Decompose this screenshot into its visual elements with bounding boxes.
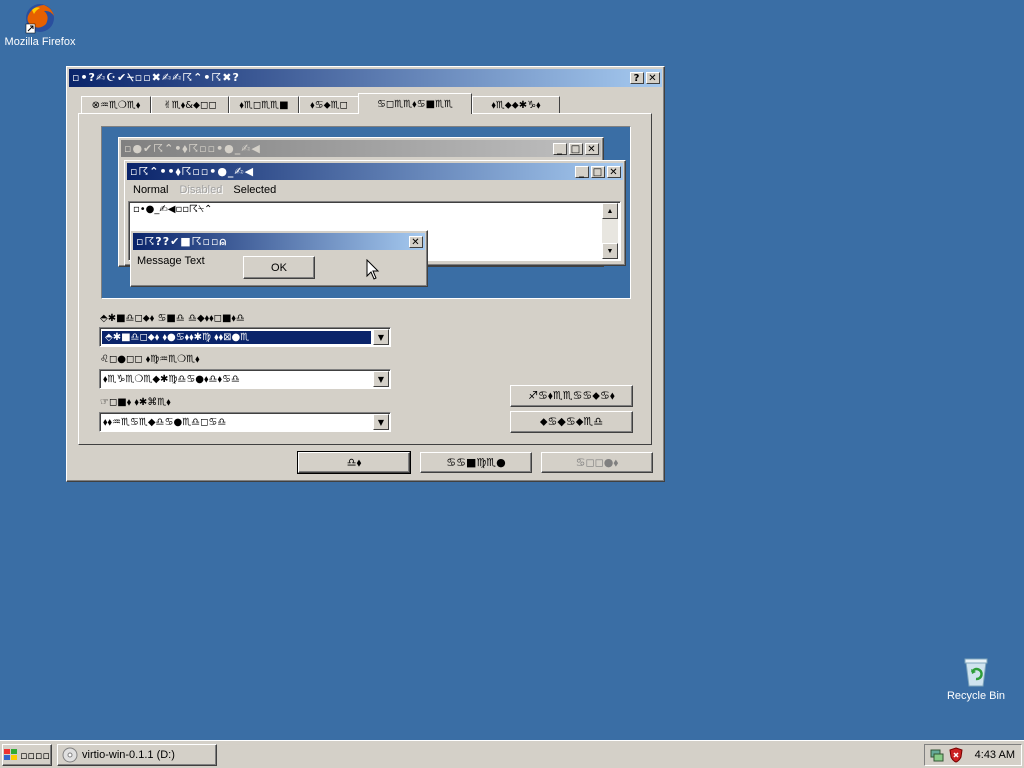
tab-settings[interactable]: ⬧♏⬥⬥✱♑⬧ [472, 96, 560, 114]
tab-screen-saver[interactable]: ⬧♏◻♏♏■ [229, 96, 299, 114]
font-size-value: ⬧⬧♒♏♋♏◆♎♋●♏♎◻♋♎ [103, 416, 227, 428]
font-size-select[interactable]: ⬧⬧♒♏♋♏◆♎♋●♏♎◻♋♎ ▼ [99, 412, 391, 432]
preview-msgbox-title-bar: ▫☈??✔■☈▫▫⍝ ✕ [133, 233, 425, 250]
color-scheme-select[interactable]: ⬧♏♑♏❍♏◆✱♍♎♋●⬧♎⬧♋♎ ▼ [99, 369, 391, 389]
preview-message-text: Message Text [137, 255, 205, 267]
recycle-bin-label: Recycle Bin [946, 690, 1006, 702]
preview-msgbox-title: ▫☈??✔■☈▫▫⍝ [136, 234, 228, 248]
network-icon[interactable] [929, 747, 945, 763]
ok-button[interactable]: ♎⬧ [297, 451, 411, 474]
recycle-bin-desktop-icon[interactable]: Recycle Bin [936, 656, 1016, 702]
menu-normal: Normal [133, 184, 169, 196]
windows-logo-icon [4, 749, 18, 761]
firefox-label: Mozilla Firefox [4, 36, 76, 48]
chevron-down-icon[interactable]: ▼ [373, 371, 389, 387]
preview-active-title: ▫☈⌃••⬧☈▫▫•●_✍◀ [130, 164, 255, 178]
preview-window-text: ▫•●_✍◀▫▫☈⍀⌃ [133, 204, 213, 215]
system-tray: 4:43 AM [924, 744, 1022, 766]
apply-button[interactable]: ♋◻◻●⬧ [541, 452, 653, 473]
tab-desktop[interactable]: ✌♏⬧&⬥◻◻ [151, 96, 229, 114]
start-button[interactable]: ▫▫▫▫ [2, 744, 52, 766]
chevron-down-icon[interactable]: ▼ [373, 329, 389, 345]
mouse-cursor-icon [366, 258, 380, 284]
recycle-bin-icon [960, 656, 992, 688]
scroll-up-icon: ▲ [602, 203, 618, 219]
preview-close-icon: ✕ [585, 142, 599, 155]
effects-button[interactable]: ♐♋⬧♏♏♋♋⬥♋⬧ [510, 385, 633, 407]
scroll-track [602, 219, 618, 243]
advanced-button[interactable]: ⬥♋◆♋⬥♏♎ [510, 411, 633, 433]
tab-themes[interactable]: ⊗♒♏❍♏⬧ [81, 96, 151, 114]
preview-inactive-title: ▫●✔☈⌃•⬧☈▫▫•●_✍◀ [124, 141, 261, 155]
task-button-virtio[interactable]: virtio-win-0.1.1 (D:) [57, 744, 217, 766]
preview-message-box: ▫☈??✔■☈▫▫⍝ ✕ Message Text OK [130, 230, 428, 287]
chevron-down-icon[interactable]: ▼ [373, 414, 389, 430]
tab-appearance-2[interactable]: ⬧♋⬥♏◻ [299, 96, 359, 114]
cd-drive-icon [62, 747, 78, 763]
start-label: ▫▫▫▫ [20, 748, 50, 762]
tab-appearance[interactable]: ♋◻♏♏⬧♋■♏♏ [358, 93, 472, 114]
preview-active-close-icon: ✕ [607, 165, 621, 178]
main-title-bar[interactable]: ▫•?✍☪✔⍀▫▫✖✍✍☈⌃•☈✖? ? ✕ [69, 69, 662, 87]
firefox-icon [24, 2, 56, 34]
help-button[interactable]: ? [630, 72, 644, 84]
cancel-button[interactable]: ♋♋■♍♏● [420, 452, 532, 473]
preview-active-title-bar: ▫☈⌃••⬧☈▫▫•●_✍◀ _ □ ✕ [127, 163, 623, 180]
scroll-down-icon: ▼ [602, 243, 618, 259]
preview-inactive-title-bar: ▫●✔☈⌃•⬧☈▫▫•●_✍◀ _ □ ✕ [121, 140, 601, 157]
menu-disabled: Disabled [179, 184, 223, 196]
preview-minimize-icon: _ [553, 142, 567, 155]
preview-msgbox-close-icon: ✕ [409, 235, 423, 248]
preview-ok-button: OK [243, 256, 315, 279]
color-scheme-value: ⬧♏♑♏❍♏◆✱♍♎♋●⬧♎⬧♋♎ [103, 373, 240, 385]
preview-menu-bar: Normal Disabled Selected [133, 184, 276, 196]
font-size-label: ☞◻■⬧ ⬧✱⌘♏⬧ [100, 397, 171, 408]
windows-buttons-select[interactable]: ⬘✱■♎◻⬥⬧ ⬧●♋⬧⬧✱♍ ⬧⬧⊠●♏ ▼ [99, 327, 391, 347]
preview-active-maximize-icon: □ [591, 165, 605, 178]
task-label: virtio-win-0.1.1 (D:) [82, 749, 175, 761]
preview-active-minimize-icon: _ [575, 165, 589, 178]
preview-maximize-icon: □ [569, 142, 583, 155]
firefox-desktop-icon[interactable]: Mozilla Firefox [0, 2, 80, 48]
menu-selected: Selected [233, 184, 277, 196]
security-shield-icon[interactable] [948, 747, 964, 763]
taskbar: ▫▫▫▫ virtio-win-0.1.1 (D:) 4:43 AM [0, 740, 1024, 768]
clock[interactable]: 4:43 AM [975, 749, 1015, 761]
windows-buttons-value: ⬘✱■♎◻⬥⬧ ⬧●♋⬧⬧✱♍ ⬧⬧⊠●♏ [102, 330, 371, 344]
color-scheme-label: ♌◻●◻◻ ⬧♍♒♏❍♏⬧ [100, 354, 200, 365]
close-button[interactable]: ✕ [646, 72, 660, 84]
windows-buttons-label: ⬘✱■♎◻⬥⬧ ♋■♎ ♎◆⬧⬧◻■⬧♎ [100, 313, 245, 324]
main-window-title: ▫•?✍☪✔⍀▫▫✖✍✍☈⌃•☈✖? [72, 71, 240, 84]
